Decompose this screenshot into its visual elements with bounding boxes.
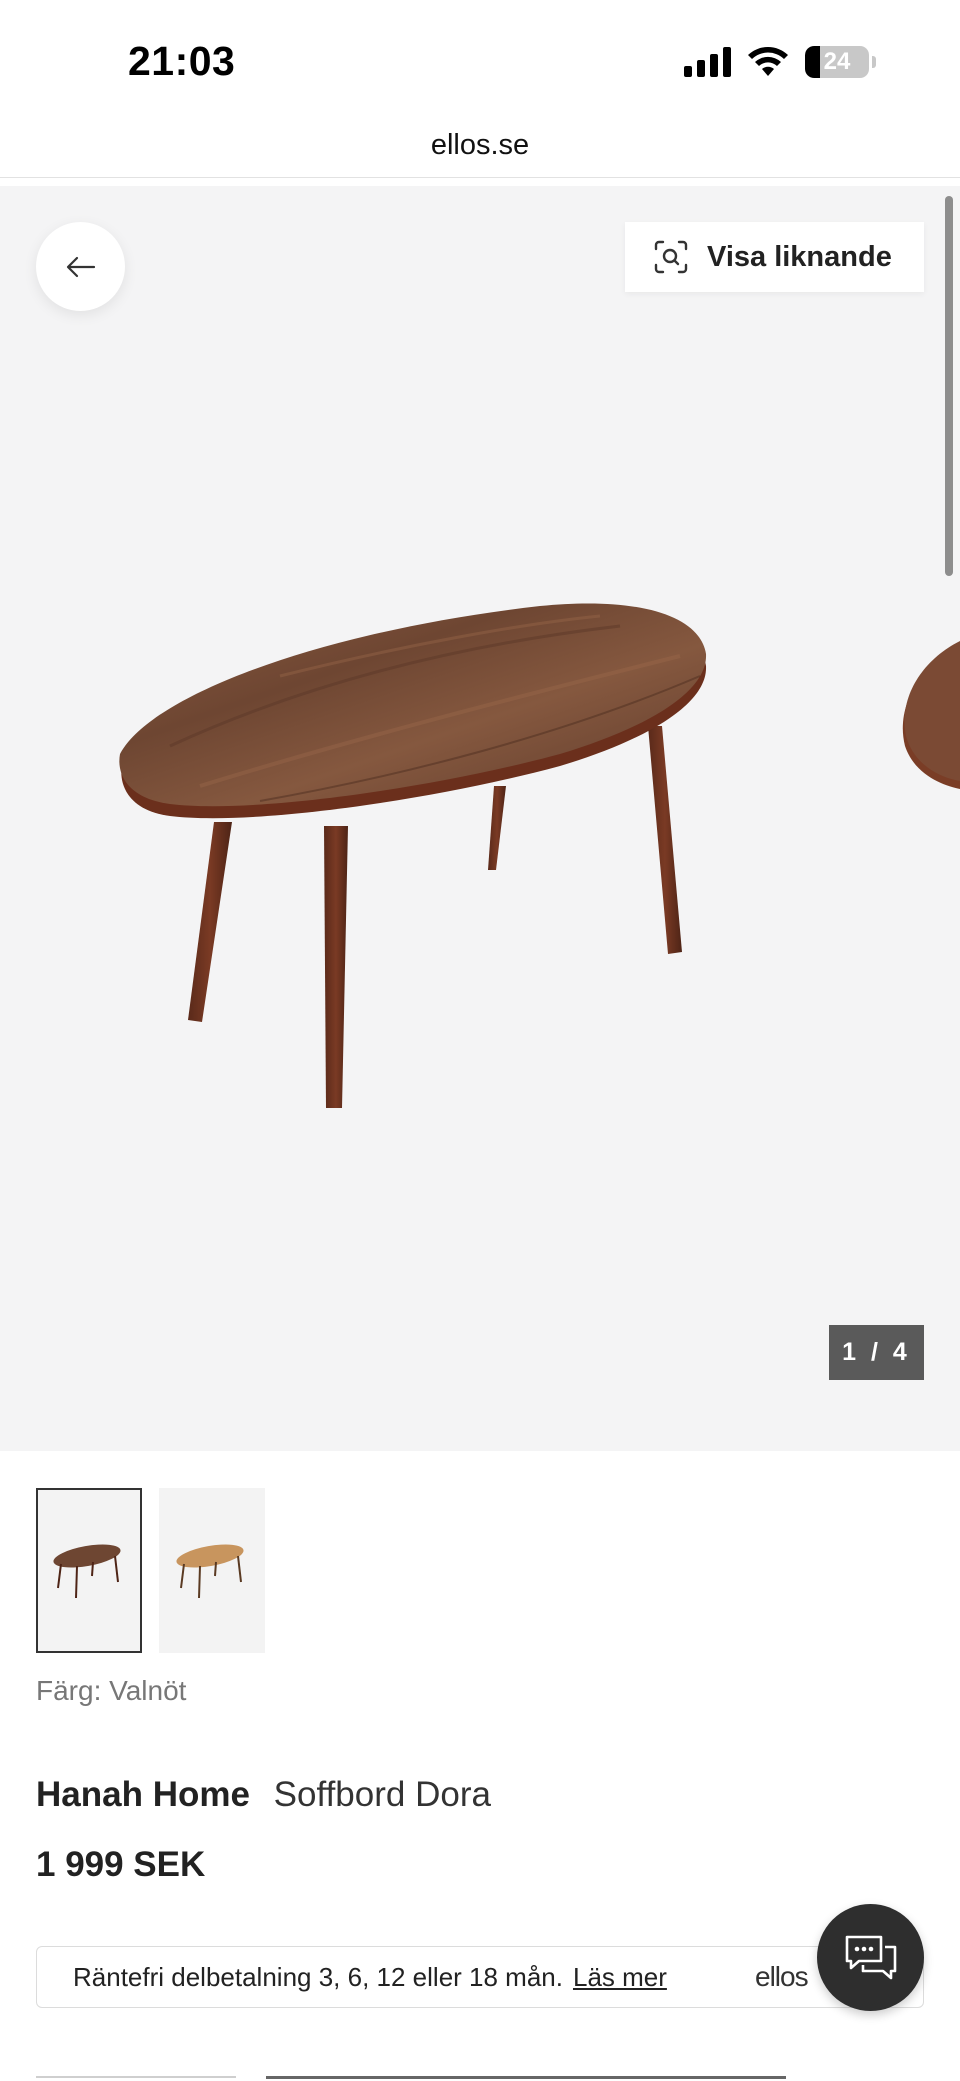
product-image-gallery[interactable]: Visa liknande 1 / 4 xyxy=(0,186,960,1451)
color-label: Färg: Valnöt xyxy=(36,1675,187,1706)
show-similar-label: Visa liknande xyxy=(707,240,892,273)
address-bar[interactable]: ellos.se xyxy=(0,120,960,178)
thumbnail-image xyxy=(176,1544,244,1598)
visual-search-icon xyxy=(654,240,688,274)
show-similar-button[interactable]: Visa liknande xyxy=(625,222,924,292)
product-name: Soffbord Dora xyxy=(273,1775,491,1814)
status-indicators: 24 xyxy=(684,46,876,78)
product-image xyxy=(119,603,960,1108)
thumbnail-oak[interactable] xyxy=(159,1488,265,1653)
wifi-icon xyxy=(748,47,788,76)
battery-level: 24 xyxy=(823,48,851,75)
thumbnail-strip xyxy=(36,1488,265,1653)
chat-button[interactable] xyxy=(817,1904,924,2011)
thumbnail-walnut[interactable] xyxy=(36,1488,142,1653)
page-scrollbar[interactable] xyxy=(945,196,953,576)
product-price: 1 999 SEK xyxy=(36,1845,206,1884)
installment-banner: Räntefri delbetalning 3, 6, 12 eller 18 … xyxy=(36,1946,924,2008)
status-time: 21:03 xyxy=(128,38,236,84)
arrow-left-icon xyxy=(66,256,95,277)
cellular-signal-icon xyxy=(684,47,731,77)
image-counter: 1 / 4 xyxy=(829,1325,924,1380)
ellos-logo: ellos xyxy=(755,1961,809,1992)
back-button[interactable] xyxy=(36,222,125,311)
product-brand[interactable]: Hanah Home xyxy=(36,1775,250,1814)
battery-icon: 24 xyxy=(805,46,869,78)
chat-bubbles-icon xyxy=(845,1935,896,1979)
address-text: ellos.se xyxy=(430,129,530,161)
product-title: Hanah Home Soffbord Dora xyxy=(36,1775,491,1815)
status-bar: 21:03 24 xyxy=(0,0,960,120)
thumbnail-image xyxy=(53,1544,121,1598)
installment-text: Räntefri delbetalning 3, 6, 12 eller 18 … xyxy=(73,1961,563,1992)
read-more-link[interactable]: Läs mer xyxy=(573,1962,667,1993)
bottom-tab-indicator xyxy=(36,2074,924,2081)
